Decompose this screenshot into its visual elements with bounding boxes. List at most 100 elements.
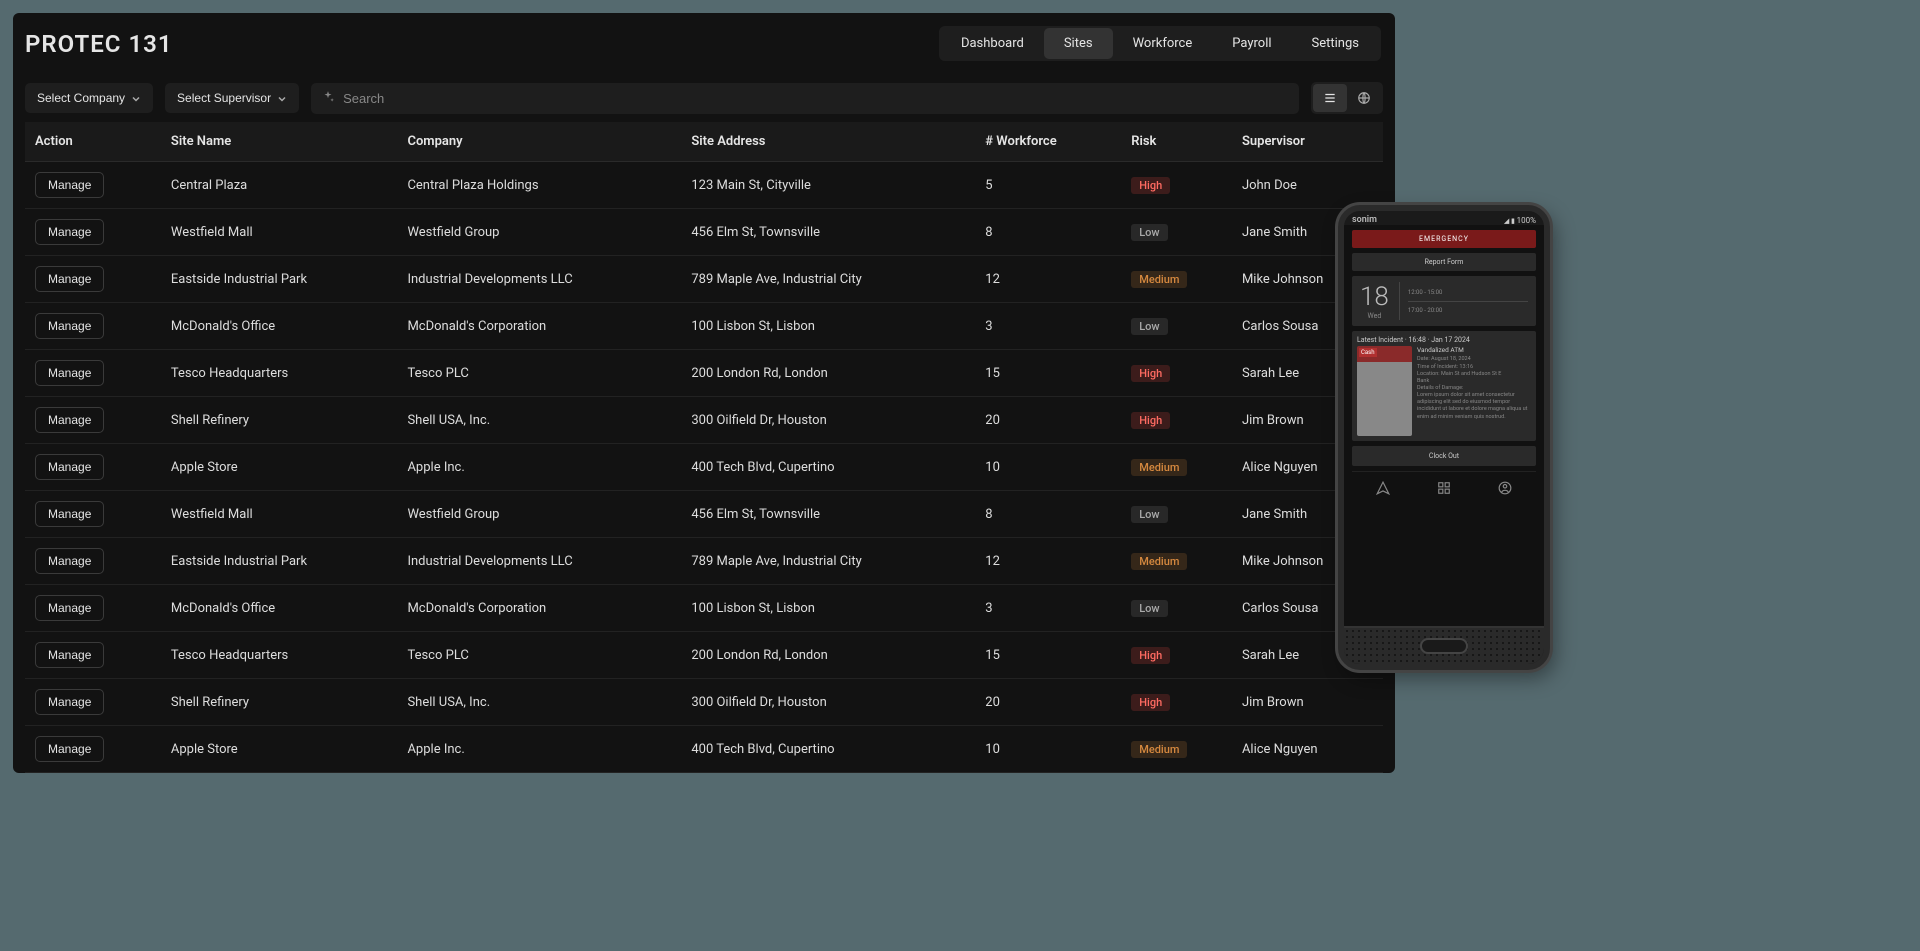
nav-tab-sites[interactable]: Sites xyxy=(1044,28,1113,59)
cell-company: Apple Inc. xyxy=(397,444,681,491)
date-card: 18 Wed 12:00 - 15:00 17:00 - 20:00 xyxy=(1352,276,1536,326)
nav-send-icon[interactable] xyxy=(1376,480,1390,499)
cell-site: Central Plaza xyxy=(161,162,398,209)
company-dropdown-label: Select Company xyxy=(37,91,125,105)
risk-badge: Low xyxy=(1131,224,1167,241)
map-view-button[interactable] xyxy=(1347,84,1381,112)
nav-grid-icon[interactable] xyxy=(1437,480,1451,499)
column-header[interactable]: Company xyxy=(397,122,681,162)
nav-tab-payroll[interactable]: Payroll xyxy=(1212,28,1291,59)
phone-speaker-grill xyxy=(1344,626,1544,664)
manage-button[interactable]: Manage xyxy=(35,313,104,339)
manage-button[interactable]: Manage xyxy=(35,454,104,480)
sparkle-icon xyxy=(321,89,335,108)
table-row: ManageMcDonald's OfficeMcDonald's Corpor… xyxy=(25,303,1383,350)
header: PROTEC 131 DashboardSitesWorkforcePayrol… xyxy=(13,13,1395,74)
company-dropdown[interactable]: Select Company xyxy=(25,83,153,113)
clock-out-button[interactable]: Clock Out xyxy=(1352,446,1536,466)
cell-company: Shell USA, Inc. xyxy=(397,679,681,726)
manage-button[interactable]: Manage xyxy=(35,548,104,574)
phone-screen: EMERGENCY Report Form 18 Wed 12:00 - 15:… xyxy=(1344,225,1544,626)
table-row: ManageShell RefineryShell USA, Inc.300 O… xyxy=(25,397,1383,444)
manage-button[interactable]: Manage xyxy=(35,360,104,386)
app-title: PROTEC 131 xyxy=(25,30,173,58)
manage-button[interactable]: Manage xyxy=(35,219,104,245)
chevron-down-icon xyxy=(131,93,141,103)
cell-address: 400 Tech Blvd, Cupertino xyxy=(681,444,975,491)
nav-tab-settings[interactable]: Settings xyxy=(1292,28,1379,59)
cell-site: McDonald's Office xyxy=(161,303,398,350)
phone-home-button[interactable] xyxy=(1420,638,1468,654)
incident-card[interactable]: Latest Incident · 16:48 · Jan 17 2024 Va… xyxy=(1352,331,1536,441)
cell-address: 456 Elm St, Townsville xyxy=(681,209,975,256)
cell-workforce: 3 xyxy=(975,585,1121,632)
supervisor-dropdown[interactable]: Select Supervisor xyxy=(165,83,299,113)
date-day: Wed xyxy=(1368,312,1382,320)
manage-button[interactable]: Manage xyxy=(35,642,104,668)
table-row: Manage Central PlazaCentral Plaza Holding… xyxy=(25,162,1383,209)
risk-badge: High xyxy=(1131,694,1170,711)
nav-tab-dashboard[interactable]: Dashboard xyxy=(941,28,1044,59)
cell-company: McDonald's Corporation xyxy=(397,585,681,632)
cell-supervisor: Jim Brown xyxy=(1232,679,1383,726)
column-header[interactable]: Risk xyxy=(1121,122,1232,162)
risk-badge: Low xyxy=(1131,600,1167,617)
manage-button[interactable]: Manage xyxy=(35,501,104,527)
risk-badge: Medium xyxy=(1131,741,1187,758)
nav-tab-workforce[interactable]: Workforce xyxy=(1113,28,1213,59)
cell-address: 456 Elm St, Townsville xyxy=(681,491,975,538)
cell-address: 300 Oilfield Dr, Houston xyxy=(681,397,975,444)
cell-site: Westfield Mall xyxy=(161,209,398,256)
emergency-button[interactable]: EMERGENCY xyxy=(1352,230,1536,248)
column-header[interactable]: Site Name xyxy=(161,122,398,162)
cell-supervisor: John Doe xyxy=(1232,162,1383,209)
cell-workforce: 10 xyxy=(975,726,1121,773)
table-row: Manage Eastside Industrial ParkIndustrial… xyxy=(25,256,1383,303)
cell-address: 789 Maple Ave, Industrial City xyxy=(681,538,975,585)
manage-button[interactable]: Manage xyxy=(35,266,104,292)
cell-address: 300 Oilfield Dr, Houston xyxy=(681,679,975,726)
cell-workforce: 15 xyxy=(975,350,1121,397)
cell-site: Westfield Mall xyxy=(161,491,398,538)
manage-button[interactable]: Manage xyxy=(35,595,104,621)
cell-company: Central Plaza Holdings xyxy=(397,162,681,209)
cell-company: Westfield Group xyxy=(397,209,681,256)
cell-workforce: 12 xyxy=(975,538,1121,585)
cell-site: Eastside Industrial Park xyxy=(161,256,398,303)
cell-workforce: 15 xyxy=(975,632,1121,679)
column-header[interactable]: Supervisor xyxy=(1232,122,1383,162)
manage-button[interactable]: Manage xyxy=(35,407,104,433)
cell-workforce: 20 xyxy=(975,679,1121,726)
cell-site: Shell Refinery xyxy=(161,679,398,726)
search-input[interactable] xyxy=(343,91,1289,106)
column-header[interactable]: Action xyxy=(25,122,161,162)
phone-status-bar: sonim ◢ ▮ 100% xyxy=(1344,211,1544,225)
manage-button[interactable]: Manage xyxy=(35,689,104,715)
risk-badge: High xyxy=(1131,412,1170,429)
manage-button[interactable]: Manage xyxy=(35,736,104,762)
cell-workforce: 8 xyxy=(975,491,1121,538)
table-row: ManageTesco HeadquartersTesco PLC200 Lon… xyxy=(25,632,1383,679)
manage-button[interactable]: Manage xyxy=(35,172,104,198)
cell-site: Tesco Headquarters xyxy=(161,632,398,679)
supervisor-dropdown-label: Select Supervisor xyxy=(177,91,271,105)
cell-address: 100 Lisbon St, Lisbon xyxy=(681,585,975,632)
table-container[interactable]: ActionSite NameCompanySite Address# Work… xyxy=(13,122,1395,773)
nav-profile-icon[interactable] xyxy=(1498,480,1512,499)
table-row: ManageApple StoreApple Inc.400 Tech Blvd… xyxy=(25,726,1383,773)
incident-text: Vandalized ATM Date: August 18, 2024 Tim… xyxy=(1417,346,1531,436)
search-wrap[interactable] xyxy=(311,83,1299,114)
chevron-down-icon xyxy=(277,93,287,103)
cell-site: Apple Store xyxy=(161,726,398,773)
report-form-button[interactable]: Report Form xyxy=(1352,253,1536,271)
risk-badge: High xyxy=(1131,177,1170,194)
list-view-button[interactable] xyxy=(1313,84,1347,112)
cell-company: Apple Inc. xyxy=(397,726,681,773)
phone-brand: sonim xyxy=(1352,215,1377,225)
cell-workforce: 10 xyxy=(975,444,1121,491)
phone-device: sonim ◢ ▮ 100% EMERGENCY Report Form 18 … xyxy=(1338,205,1550,670)
column-header[interactable]: # Workforce xyxy=(975,122,1121,162)
cell-workforce: 5 xyxy=(975,162,1121,209)
column-header[interactable]: Site Address xyxy=(681,122,975,162)
cell-company: Industrial Developments LLC xyxy=(397,256,681,303)
